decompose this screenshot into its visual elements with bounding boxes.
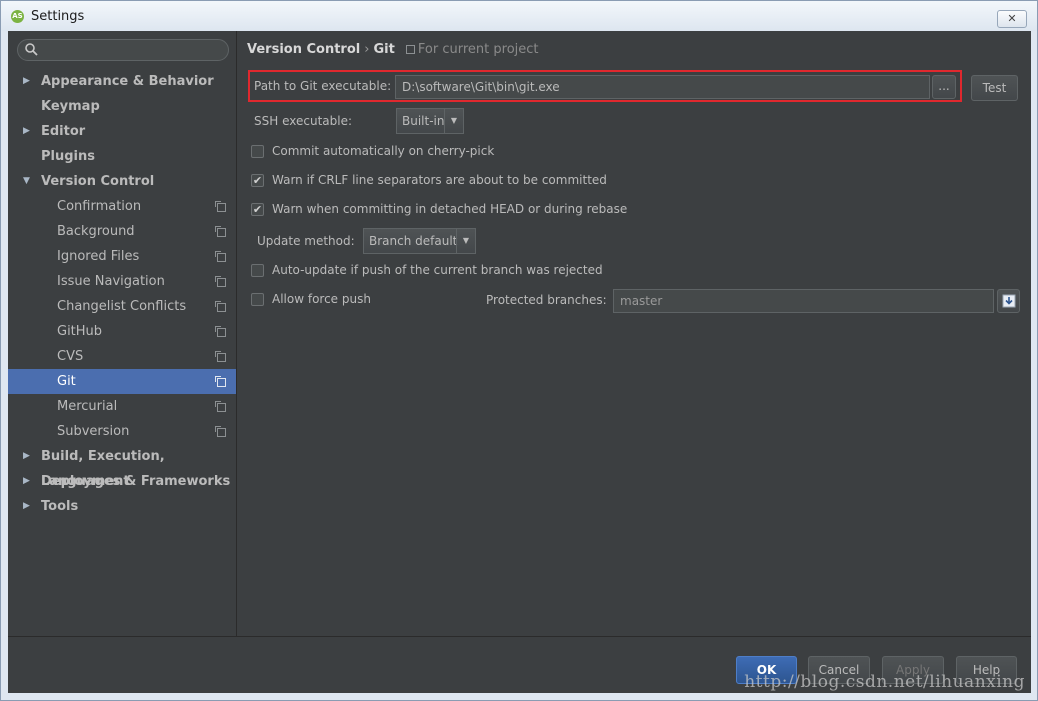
sidebar-item-label: Subversion <box>57 424 130 439</box>
breadcrumb-current: Git <box>373 42 395 57</box>
sidebar-item-label: Appearance & Behavior <box>41 74 214 89</box>
test-button[interactable]: Test <box>971 75 1018 101</box>
project-scope-icon <box>405 45 415 54</box>
breadcrumb-parent: Version Control <box>247 42 361 57</box>
sidebar-item-label: Editor <box>41 124 86 139</box>
sidebar-item-label: Plugins <box>41 149 95 164</box>
sidebar-item-keymap[interactable]: Keymap <box>8 94 236 119</box>
project-scope-icon <box>215 251 226 262</box>
sidebar-item-changelist-conflicts[interactable]: Changelist Conflicts <box>8 294 236 319</box>
watermark: http://blog.csdn.net/lihuanxing <box>744 672 1025 692</box>
sidebar-item-label: Version Control <box>41 174 155 189</box>
protected-branches-field[interactable]: master <box>613 289 994 313</box>
protected-branches-label: Protected branches: <box>486 293 607 307</box>
search-icon <box>25 43 38 56</box>
import-icon <box>1002 294 1015 308</box>
ssh-executable-select[interactable]: Built-in ▼ <box>396 108 464 134</box>
sidebar-item-editor[interactable]: ▶ Editor <box>8 119 236 144</box>
chevron-right-icon[interactable]: ▶ <box>23 469 33 494</box>
close-button[interactable]: ✕ <box>997 10 1027 28</box>
sidebar-item-build-execution-deployment[interactable]: ▶ Build, Execution, Deployment <box>8 444 236 489</box>
ssh-label: SSH executable: <box>254 114 352 128</box>
sidebar-item-label: GitHub <box>57 324 103 339</box>
project-scope-icon <box>215 351 226 362</box>
title-bar: AS Settings ✕ <box>1 1 1037 31</box>
project-scope-icon <box>215 376 226 387</box>
sidebar-item-label: Issue Navigation <box>57 274 165 289</box>
sidebar-item-languages-frameworks[interactable]: ▶ Languages & Frameworks <box>8 469 236 494</box>
project-scope-icon <box>215 201 226 212</box>
chevron-right-icon[interactable]: ▶ <box>23 69 33 94</box>
chevron-down-icon: ▼ <box>444 109 463 133</box>
project-scope-icon <box>215 426 226 437</box>
git-path-label: Path to Git executable: <box>254 79 392 93</box>
dialog-body: ▶ Appearance & Behavior Keymap ▶ Editor Plugi… <box>8 31 1031 693</box>
sidebar-item-cvs[interactable]: CVS <box>8 344 236 369</box>
detached-head-label: Warn when committing in detached HEAD or… <box>272 202 628 216</box>
project-scope-icon <box>215 226 226 237</box>
crlf-warning-label: Warn if CRLF line separators are about t… <box>272 173 607 187</box>
settings-window: AS Settings ✕ ▶ Appearance & Behavior Keym… <box>0 0 1038 701</box>
checkbox-box[interactable] <box>251 264 264 277</box>
sidebar-item-tools[interactable]: ▶ Tools <box>8 494 236 519</box>
checkbox-box[interactable] <box>251 145 264 158</box>
sidebar-item-label: Tools <box>41 499 79 514</box>
scope-label: For current project <box>417 42 539 57</box>
auto-update-label: Auto-update if push of the current branc… <box>272 263 603 277</box>
chevron-right-icon[interactable]: ▶ <box>23 444 33 469</box>
update-method-label: Update method: <box>257 234 355 248</box>
project-scope-icon <box>215 401 226 412</box>
cherry-pick-label: Commit automatically on cherry-pick <box>272 144 495 158</box>
sidebar-item-label: Ignored Files <box>57 249 140 264</box>
force-push-label: Allow force push <box>272 292 371 306</box>
sidebar-item-appearance-behavior[interactable]: ▶ Appearance & Behavior <box>8 69 236 94</box>
project-scope-icon <box>215 301 226 312</box>
checkbox-box[interactable] <box>251 293 264 306</box>
update-method-select[interactable]: Branch default ▼ <box>363 228 476 254</box>
sidebar-item-issue-navigation[interactable]: Issue Navigation <box>8 269 236 294</box>
sidebar-item-label: Mercurial <box>57 399 118 414</box>
sidebar-item-version-control[interactable]: ▼ Version Control <box>8 169 236 194</box>
chevron-right-icon[interactable]: ▶ <box>23 494 33 519</box>
android-studio-icon: AS <box>11 10 24 23</box>
sidebar-item-background[interactable]: Background <box>8 219 236 244</box>
sidebar-item-git[interactable]: Git <box>8 369 236 394</box>
breadcrumb: Version Control › Git For current project <box>247 42 539 57</box>
chevron-down-icon[interactable]: ▼ <box>23 169 33 194</box>
project-scope-icon <box>215 276 226 287</box>
git-settings-panel: Version Control › Git For current project … <box>237 31 1031 636</box>
sidebar-item-label: Changelist Conflicts <box>57 299 187 314</box>
sidebar-item-github[interactable]: GitHub <box>8 319 236 344</box>
browse-button[interactable]: ... <box>932 75 956 99</box>
git-path-field[interactable]: D:\software\Git\bin\git.exe <box>395 75 930 99</box>
checkbox-box[interactable]: ✔ <box>251 174 264 187</box>
sidebar-item-label: Background <box>57 224 135 239</box>
sidebar-item-label: Confirmation <box>57 199 142 214</box>
sidebar-item-confirmation[interactable]: Confirmation <box>8 194 236 219</box>
footer-divider <box>8 636 1031 637</box>
sidebar-item-mercurial[interactable]: Mercurial <box>8 394 236 419</box>
sidebar-item-ignored-files[interactable]: Ignored Files <box>8 244 236 269</box>
branch-picker-button[interactable] <box>997 289 1020 313</box>
chevron-down-icon: ▼ <box>456 229 475 253</box>
sidebar-item-label: Languages & Frameworks <box>41 474 231 489</box>
sidebar-item-label: Keymap <box>41 99 100 114</box>
ssh-select-value: Built-in <box>402 114 445 128</box>
sidebar-item-plugins[interactable]: Plugins <box>8 144 236 169</box>
project-scope-icon <box>215 326 226 337</box>
search-input[interactable] <box>17 39 229 61</box>
chevron-right-icon[interactable]: ▶ <box>23 119 33 144</box>
update-method-value: Branch default <box>369 234 458 248</box>
checkbox-box[interactable]: ✔ <box>251 203 264 216</box>
window-title: Settings <box>31 9 85 24</box>
settings-sidebar: ▶ Appearance & Behavior Keymap ▶ Editor Plugi… <box>8 31 237 636</box>
sidebar-item-label: Git <box>57 374 76 389</box>
breadcrumb-separator: › <box>364 42 370 57</box>
sidebar-item-label: CVS <box>57 349 84 364</box>
sidebar-item-subversion[interactable]: Subversion <box>8 419 236 444</box>
